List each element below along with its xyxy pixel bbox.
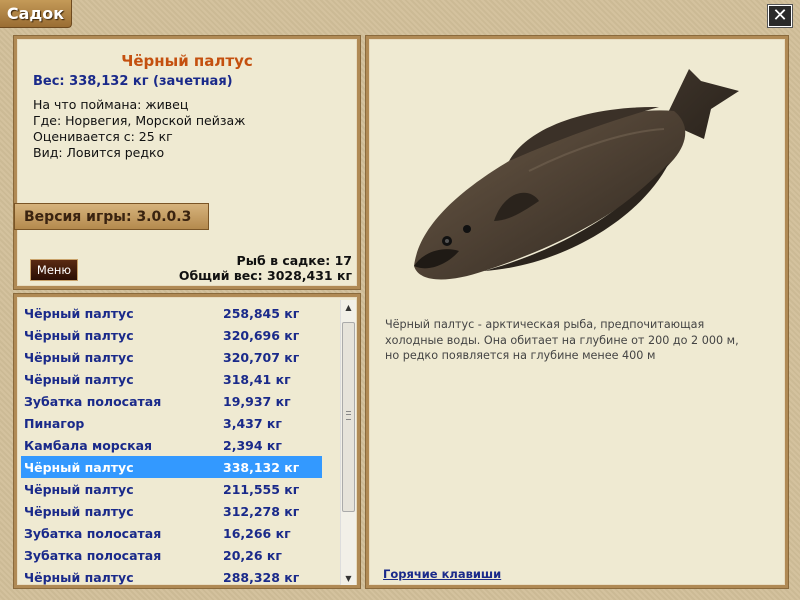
catch-fish-name: Чёрный палтус — [24, 569, 134, 585]
catch-fish-weight: 320,696 кг — [223, 327, 300, 343]
fish-name: Чёрный палтус — [121, 52, 253, 70]
scroll-thumb[interactable] — [342, 322, 355, 512]
halibut-fish-image — [414, 69, 739, 280]
catch-fish-name: Чёрный палтус — [24, 459, 134, 475]
menu-button[interactable]: Меню — [30, 259, 78, 281]
game-version-badge: Версия игры: 3.0.0.3 — [14, 203, 209, 230]
rated-from-detail: Оценивается с: 25 кг — [33, 129, 173, 144]
total-weight: Общий вес: 3028,431 кг — [178, 268, 352, 283]
fish-weight: Вес: 338,132 кг (зачетная) — [33, 74, 233, 89]
catch-fish-weight: 338,132 кг — [223, 459, 300, 475]
catch-fish-name: Камбала морская — [24, 437, 153, 453]
close-button[interactable]: ✕ — [768, 5, 792, 27]
catch-fish-weight: 318,41 кг — [223, 371, 291, 387]
catch-window: Садок ✕ Чёрный палтус Вес: 338,132 кг (з… — [0, 0, 800, 600]
location-detail: Где: Норвегия, Морской пейзаж — [33, 113, 246, 128]
scroll-up-arrow-icon[interactable]: ▲ — [341, 300, 356, 314]
catch-list-panel: Чёрный палтус 258,845 кг Чёрный палтус 320,… — [14, 294, 360, 588]
fish-count: Рыб в садке: 17 — [236, 253, 352, 268]
hotkeys-link[interactable]: Горячие клавиши — [383, 567, 501, 581]
catch-fish-weight: 3,437 кг — [223, 415, 282, 431]
catch-list-row[interactable]: Зубатка полосатая 19,937 кг — [21, 390, 322, 412]
catch-fish-name: Чёрный палтус — [24, 305, 134, 321]
catch-list-row[interactable]: Зубатка полосатая 16,266 кг — [21, 522, 322, 544]
species-rarity-detail: Вид: Ловится редко — [33, 145, 165, 160]
catch-list-row[interactable]: Чёрный палтус 318,41 кг — [21, 368, 322, 390]
fish-detail-panel: Чёрный палтус - арктическая рыба, предпо… — [366, 36, 788, 588]
catch-fish-weight: 312,278 кг — [223, 503, 300, 519]
catch-fish-weight: 2,394 кг — [223, 437, 282, 453]
grip-icon — [346, 411, 351, 420]
catch-fish-weight: 288,328 кг — [223, 569, 300, 585]
catch-fish-weight: 19,937 кг — [223, 393, 291, 409]
catch-list-row[interactable]: Зубатка полосатая 20,26 кг — [21, 544, 322, 566]
catch-fish-name: Зубатка полосатая — [24, 393, 162, 409]
catch-list-row[interactable]: Чёрный палтус 288,328 кг — [21, 566, 322, 585]
catch-fish-name: Зубатка полосатая — [24, 547, 162, 563]
catch-fish-weight: 20,26 кг — [223, 547, 282, 563]
catch-fish-weight: 258,845 кг — [223, 305, 300, 321]
catch-list-row[interactable]: Чёрный палтус 320,696 кг — [21, 324, 322, 346]
catch-fish-weight: 16,266 кг — [223, 525, 291, 541]
close-icon: ✕ — [772, 5, 788, 26]
catch-fish-weight: 320,707 кг — [223, 349, 300, 365]
catch-list-row[interactable]: Чёрный палтус 312,278 кг — [21, 500, 322, 522]
catch-list: Чёрный палтус 258,845 кг Чёрный палтус 320,… — [21, 302, 322, 585]
fish-description: Чёрный палтус - арктическая рыба, предпо… — [385, 318, 739, 362]
catch-fish-name: Зубатка полосатая — [24, 525, 162, 541]
catch-list-row[interactable]: Камбала морская 2,394 кг — [21, 434, 322, 456]
catch-fish-name: Чёрный палтус — [24, 327, 134, 343]
catch-list-row[interactable]: Чёрный палтус 258,845 кг — [21, 302, 322, 324]
scroll-down-arrow-icon[interactable]: ▼ — [341, 571, 356, 585]
fish-info-panel: Чёрный палтус Вес: 338,132 кг (зачетная)… — [14, 36, 360, 289]
catch-fish-name: Чёрный палтус — [24, 503, 134, 519]
catch-fish-name: Чёрный палтус — [24, 349, 134, 365]
catch-list-scrollbar[interactable]: ▲ ▼ — [340, 300, 356, 585]
catch-list-row[interactable]: Пинагор 3,437 кг — [21, 412, 322, 434]
window-title: Садок — [0, 0, 72, 28]
catch-list-row[interactable]: Чёрный палтус 338,132 кг — [21, 456, 322, 478]
catch-fish-name: Чёрный палтус — [24, 371, 134, 387]
catch-fish-name: Чёрный палтус — [24, 481, 134, 497]
catch-fish-weight: 211,555 кг — [223, 481, 300, 497]
catch-list-row[interactable]: Чёрный палтус 320,707 кг — [21, 346, 322, 368]
catch-list-row[interactable]: Чёрный палтус 211,555 кг — [21, 478, 322, 500]
catch-fish-name: Пинагор — [24, 415, 85, 431]
bait-detail: На что поймана: живец — [33, 97, 189, 112]
